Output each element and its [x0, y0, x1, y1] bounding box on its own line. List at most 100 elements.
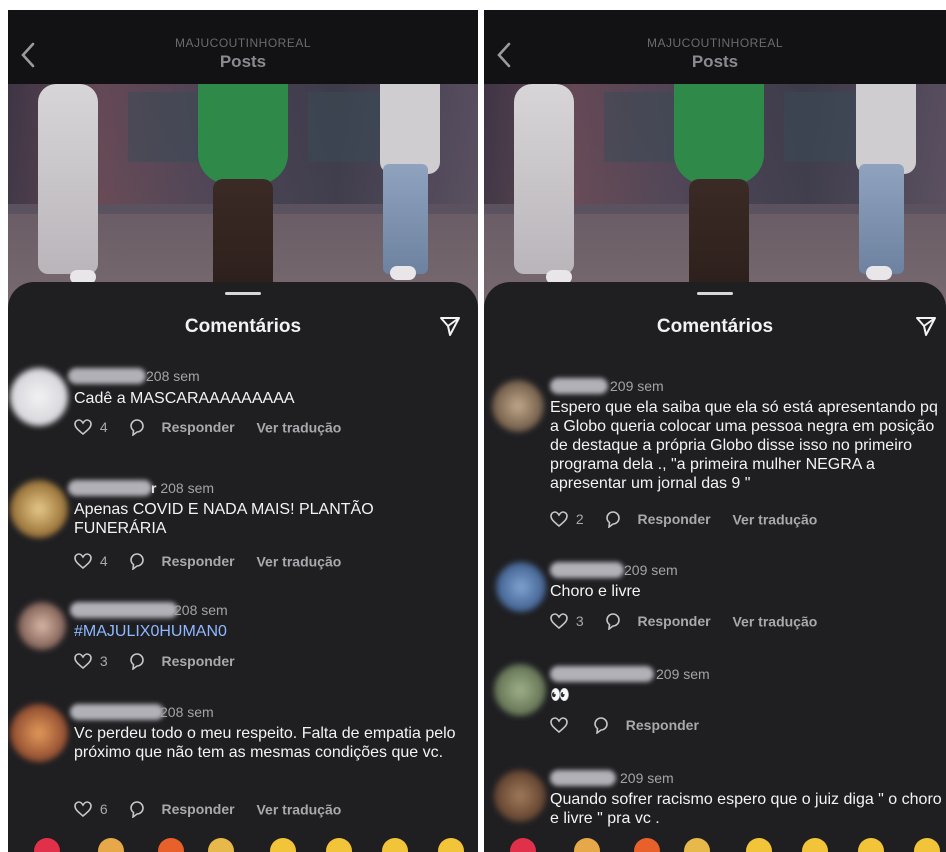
avatar[interactable] — [18, 602, 66, 650]
surprised-emoji-icon[interactable] — [858, 838, 884, 852]
drag-handle[interactable] — [697, 292, 733, 295]
reply-bubble-icon[interactable] — [128, 418, 146, 437]
raised-hands-emoji-icon[interactable] — [98, 838, 124, 852]
page-title: Posts — [691, 52, 739, 71]
top-bar: MAJUCOUTINHOREAL Posts — [8, 10, 478, 84]
reply-bubble-icon[interactable] — [604, 510, 622, 529]
avatar[interactable] — [10, 480, 68, 538]
translate-button[interactable]: Ver tradução — [732, 613, 817, 629]
like-count: 3 — [99, 653, 108, 670]
username-blurred[interactable] — [70, 704, 164, 720]
heart-icon[interactable] — [550, 613, 568, 630]
translate-button[interactable]: Ver tradução — [256, 419, 341, 435]
heart-icon[interactable] — [74, 419, 92, 436]
avatar[interactable] — [494, 664, 546, 716]
reply-button[interactable]: Responder — [637, 511, 710, 527]
avatar[interactable] — [494, 770, 546, 822]
username-blurred[interactable] — [68, 480, 152, 496]
comment-time-value: 208 sem — [160, 480, 215, 496]
comments-title: Comentários — [184, 316, 302, 337]
comment-actions: 2 Responder Ver tradução — [550, 510, 817, 530]
comment-actions: 4 Responder Ver tradução — [74, 552, 341, 572]
top-bar: MAJUCOUTINHOREAL Posts — [484, 10, 946, 84]
username-blurred[interactable] — [70, 602, 178, 618]
comment-text: Choro e livre — [550, 583, 641, 600]
heart-icon[interactable] — [74, 653, 92, 670]
reply-bubble-icon[interactable] — [128, 552, 146, 571]
fire-emoji-icon[interactable] — [158, 838, 184, 852]
avatar[interactable] — [496, 562, 546, 612]
reply-button[interactable]: Responder — [161, 419, 234, 435]
reply-bubble-icon[interactable] — [604, 612, 622, 631]
hashtag-link[interactable]: #MAJULIX0HUMAN0 — [74, 622, 444, 641]
avatar[interactable] — [10, 704, 68, 762]
share-button[interactable] — [438, 314, 462, 338]
emoji-reaction-bar — [484, 838, 946, 852]
raised-hands-emoji-icon[interactable] — [574, 838, 600, 852]
comment-time: 209 sem — [610, 378, 664, 394]
like-count: 4 — [99, 419, 108, 436]
comment-time: 208 sem — [146, 368, 200, 384]
heart-emoji-icon[interactable] — [510, 838, 536, 852]
reply-bubble-icon[interactable] — [592, 716, 610, 735]
username-blurred[interactable] — [550, 378, 608, 394]
fire-emoji-icon[interactable] — [634, 838, 660, 852]
username-blurred[interactable] — [68, 368, 146, 384]
profile-username[interactable]: MAJUCOUTINHOREAL — [8, 36, 478, 50]
comment-actions: 6 Responder Ver tradução — [74, 800, 341, 820]
clap-emoji-icon[interactable] — [208, 838, 234, 852]
username-suffix: r — [151, 480, 157, 496]
reply-button[interactable]: Responder — [626, 717, 699, 733]
laughing-emoji-icon[interactable] — [438, 838, 464, 852]
comment-time: 209 sem — [656, 666, 710, 682]
comment-time: r 208 sem — [151, 480, 214, 496]
like-count: 6 — [99, 801, 108, 818]
heart-icon[interactable] — [74, 553, 92, 570]
reply-button[interactable]: Responder — [161, 801, 234, 817]
clap-emoji-icon[interactable] — [684, 838, 710, 852]
share-button[interactable] — [914, 314, 938, 338]
comment-actions: 3 Responder Ver tradução — [550, 612, 817, 632]
translate-button[interactable]: Ver tradução — [256, 553, 341, 569]
page-title: Posts — [219, 52, 267, 71]
username-blurred[interactable] — [550, 666, 654, 682]
like-count: 2 — [575, 511, 584, 528]
crying-emoji-icon[interactable] — [270, 838, 296, 852]
username-blurred[interactable] — [550, 562, 624, 578]
reply-button[interactable]: Responder — [161, 653, 234, 669]
translate-button[interactable]: Ver tradução — [256, 801, 341, 817]
comment-actions: 4 Responder Ver tradução — [74, 418, 341, 438]
profile-username[interactable]: MAJUCOUTINHOREAL — [484, 36, 946, 50]
username-blurred[interactable] — [550, 770, 616, 786]
avatar[interactable] — [492, 380, 544, 432]
left-screenshot: MAJUCOUTINHOREAL Posts Comentários 208 s… — [8, 10, 478, 852]
reply-button[interactable]: Responder — [637, 613, 710, 629]
paper-plane-icon — [916, 317, 936, 336]
comment-time: 209 sem — [620, 770, 674, 786]
comment-text: 👀 — [550, 687, 570, 704]
comment-time: 209 sem — [624, 562, 678, 578]
drag-handle[interactable] — [225, 292, 261, 295]
comments-sheet: Comentários 208 sem Cadê a MASCARAAAAAAA… — [8, 282, 478, 852]
heart-eyes-emoji-icon[interactable] — [802, 838, 828, 852]
comment-time: 208 sem — [160, 704, 214, 720]
paper-plane-icon — [440, 317, 460, 336]
like-count: 4 — [99, 553, 108, 570]
crying-emoji-icon[interactable] — [746, 838, 772, 852]
laughing-emoji-icon[interactable] — [914, 838, 940, 852]
comment-text: Quando sofrer racismo espero que o juiz … — [550, 791, 942, 827]
heart-icon[interactable] — [550, 717, 568, 734]
comment-text: Vc perdeu todo o meu respeito. Falta de … — [74, 725, 456, 761]
reply-button[interactable]: Responder — [161, 553, 234, 569]
heart-icon[interactable] — [74, 801, 92, 818]
reply-bubble-icon[interactable] — [128, 800, 146, 819]
comment-text: Espero que ela saiba que ela só está apr… — [550, 399, 938, 492]
reply-bubble-icon[interactable] — [128, 652, 146, 671]
translate-button[interactable]: Ver tradução — [732, 511, 817, 527]
surprised-emoji-icon[interactable] — [382, 838, 408, 852]
comment-text: Apenas COVID E NADA MAIS! PLANTÃO FUNERÁ… — [74, 501, 374, 537]
heart-eyes-emoji-icon[interactable] — [326, 838, 352, 852]
heart-emoji-icon[interactable] — [34, 838, 60, 852]
avatar[interactable] — [10, 368, 68, 426]
heart-icon[interactable] — [550, 511, 568, 528]
